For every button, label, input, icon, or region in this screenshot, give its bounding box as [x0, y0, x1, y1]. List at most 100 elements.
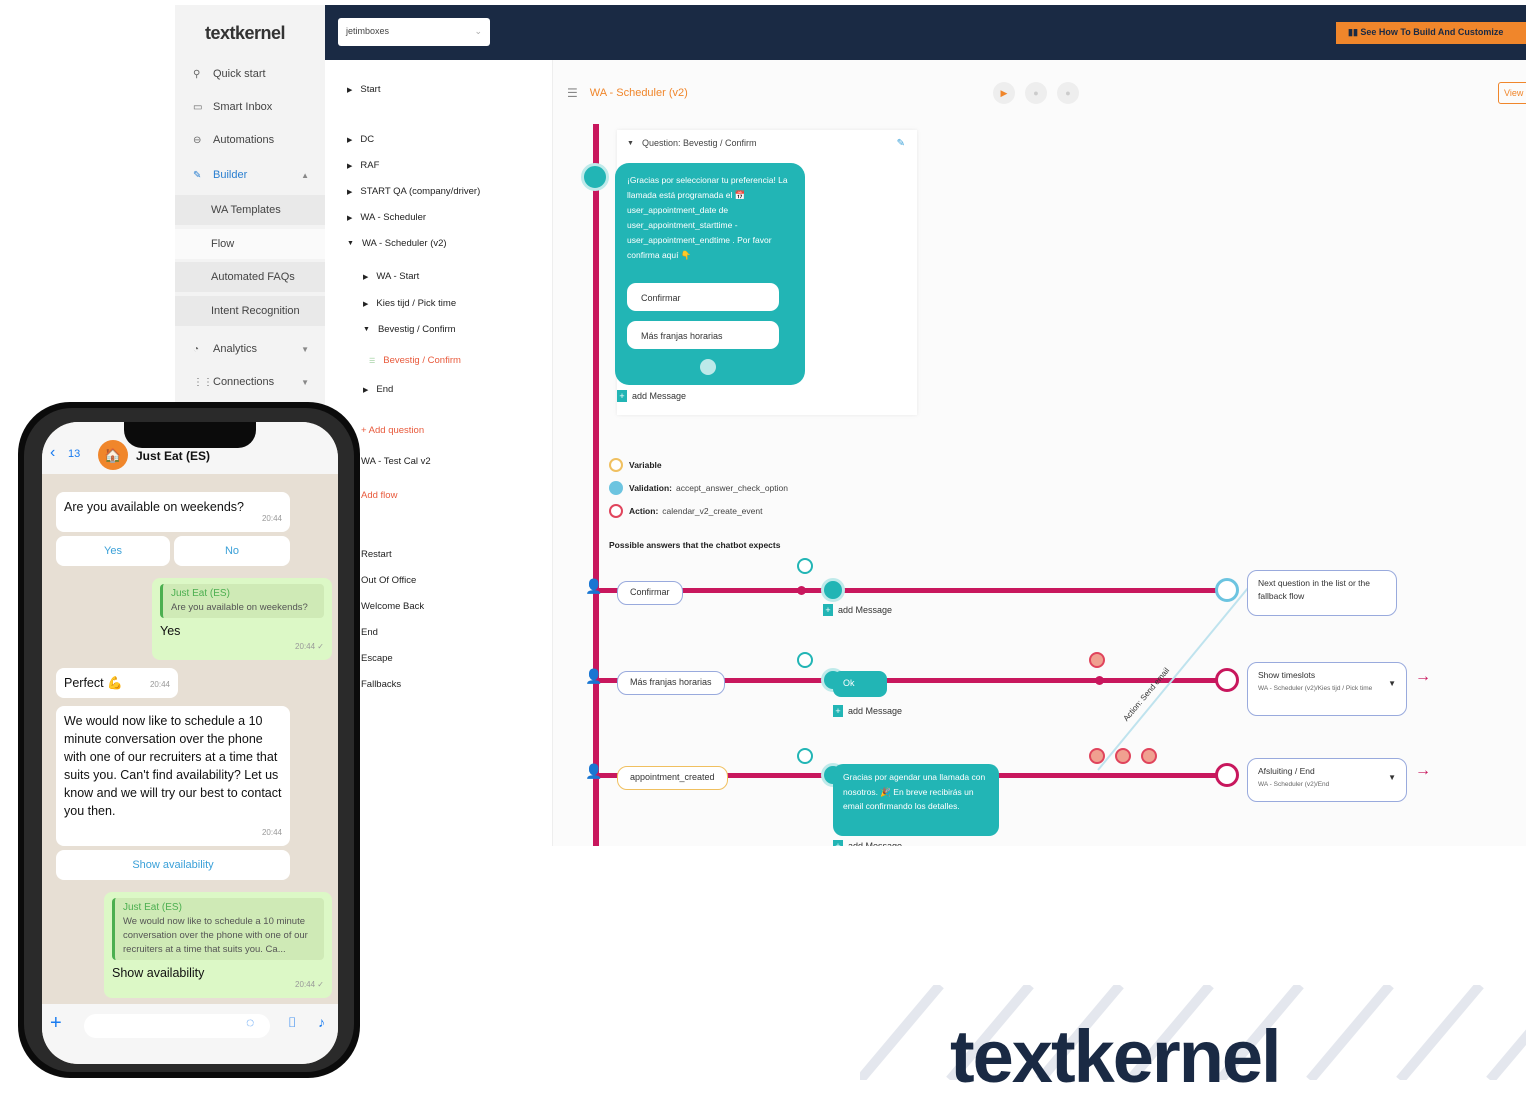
book-icon: ▮▮	[1348, 27, 1361, 37]
sidebar-item-connections[interactable]: ⋮⋮ Connections ▼	[175, 367, 325, 397]
tree-item-active[interactable]: ☰ Bevestig / Confirm	[369, 355, 461, 366]
quick-reply-yes[interactable]: Yes	[56, 536, 170, 566]
action-icon[interactable]	[1141, 748, 1157, 764]
condition-icon[interactable]	[797, 748, 813, 764]
add-message-button[interactable]: + add Message	[823, 604, 892, 616]
rocket-icon: ⚲	[193, 68, 201, 80]
sidebar-item-wa-templates[interactable]: WA Templates	[175, 195, 325, 225]
chat-message-out: Just Eat (ES) We would now like to schedu…	[104, 892, 332, 998]
answer-mas-franjas[interactable]: Más franjas horarias	[617, 671, 725, 695]
flow-title: ☰ WA - Scheduler (v2)	[567, 86, 688, 100]
tree-item[interactable]: ▼ Bevestig / Confirm	[363, 324, 456, 335]
add-message-button[interactable]: + add Message	[833, 705, 902, 717]
question-button-confirmar[interactable]: Confirmar	[627, 283, 779, 311]
question-bubble[interactable]: ¡Gracias por seleccionar tu preferencia!…	[615, 163, 805, 385]
tree-item[interactable]: ▼ WA - Scheduler (v2)	[347, 238, 447, 249]
tree-item[interactable]: ▶ Kies tijd / Pick time	[363, 298, 456, 309]
chat-message-in: Are you available on weekends? 20:44	[56, 492, 290, 532]
caret-right-icon: ▶	[347, 86, 353, 94]
tree-item[interactable]: Fallbacks	[361, 679, 401, 690]
tree-item[interactable]: Restart	[361, 549, 392, 560]
question-button-mas-franjas[interactable]: Más franjas horarias	[627, 321, 779, 349]
condition-icon[interactable]	[797, 652, 813, 668]
add-flow-link[interactable]: Add flow	[361, 490, 397, 501]
settings-button[interactable]: ●	[1057, 82, 1079, 104]
tree-item[interactable]: End	[361, 627, 378, 638]
variable-row[interactable]: Variable	[609, 458, 666, 472]
add-button-icon[interactable]	[700, 359, 716, 375]
quick-reply-no[interactable]: No	[174, 536, 290, 566]
message-input[interactable]	[84, 1014, 270, 1038]
caret-down-icon: ▼	[363, 326, 370, 333]
caret-down-icon: ▼	[1388, 773, 1396, 782]
inbox-icon: ▭	[193, 101, 203, 113]
message-node-icon	[821, 578, 845, 602]
tree-item[interactable]: Escape	[361, 653, 393, 664]
quick-reply-show-availability[interactable]: Show availability	[56, 850, 290, 880]
jump-icon	[1215, 668, 1239, 692]
action-icon[interactable]	[1089, 748, 1105, 764]
message-node-icon	[581, 163, 609, 191]
action-icon[interactable]	[1089, 652, 1105, 668]
caret-down-icon: ▼	[1388, 679, 1396, 688]
action-icon	[609, 504, 623, 518]
next-question-box[interactable]: Next question in the list or the fallbac…	[1247, 570, 1397, 616]
play-button[interactable]: ▶	[993, 82, 1015, 104]
avatar[interactable]: 🏠	[98, 440, 128, 470]
caret-right-icon: ▶	[347, 214, 353, 222]
caret-right-icon: ▶	[363, 300, 369, 308]
answer-appointment-created[interactable]: appointment_created	[617, 766, 728, 790]
action-icon[interactable]	[1115, 748, 1131, 764]
tree-item[interactable]: ▶ RAF	[347, 160, 379, 171]
sidebar-item-builder[interactable]: ✎ Builder ▲	[175, 160, 325, 190]
tree-item[interactable]: ▶ WA - Start	[363, 271, 419, 282]
sidebar-item-quick-start[interactable]: ⚲ Quick start	[175, 59, 325, 89]
add-message-button[interactable]: + add Message	[617, 390, 686, 402]
how-to-build-button[interactable]: ▮▮ See How To Build And Customize	[1336, 22, 1526, 44]
sidebar-item-automated-faqs[interactable]: Automated FAQs	[175, 262, 325, 292]
sidebar-item-analytics[interactable]: ◔ Analytics ▼	[175, 334, 325, 364]
condition-icon[interactable]	[797, 558, 813, 574]
sidebar-item-smart-inbox[interactable]: ▭ Smart Inbox	[175, 92, 325, 122]
user-icon: 👤	[585, 763, 603, 779]
view-button[interactable]: View	[1498, 82, 1526, 104]
tree-item[interactable]: ▶ START QA (company/driver)	[347, 186, 480, 197]
arrow-right-icon: →	[1415, 762, 1431, 779]
tree-item[interactable]: Out Of Office	[361, 575, 416, 586]
tree-item[interactable]: ▶ WA - Scheduler	[347, 212, 426, 223]
sticker-icon[interactable]: ◌	[246, 1014, 254, 1030]
answer-confirmar[interactable]: Confirmar	[617, 581, 683, 605]
phone-notch	[124, 422, 256, 448]
tree-item[interactable]: ▶ End	[363, 384, 393, 395]
add-message-button[interactable]: + add Message	[833, 840, 902, 846]
redirect-icon	[1215, 578, 1239, 602]
plus-icon[interactable]: +	[50, 1012, 62, 1035]
user-icon: 👤	[585, 578, 603, 594]
bot-select[interactable]: jetimboxes ⌄	[338, 18, 490, 46]
sidebar-item-intent-recognition[interactable]: Intent Recognition	[175, 296, 325, 326]
question-header[interactable]: ▼ Question: Bevestig / Confirm	[627, 138, 757, 148]
tree-item[interactable]: Welcome Back	[361, 601, 424, 612]
camera-icon[interactable]: ⌷	[288, 1014, 296, 1031]
sidebar-item-automations[interactable]: ⊖ Automations	[175, 125, 325, 155]
show-timeslots-box[interactable]: Show timeslots WA - Scheduler (v2)/Kies t…	[1247, 662, 1407, 716]
tree-item[interactable]: WA - Test Cal v2	[361, 456, 431, 467]
plus-icon: +	[833, 705, 843, 717]
menu-icon[interactable]: ☰	[567, 86, 578, 100]
validation-row[interactable]: Validation: accept_answer_check_option	[609, 481, 788, 495]
microphone-icon[interactable]: ♪	[318, 1014, 325, 1030]
tree-item[interactable]: ▶ Start	[347, 84, 380, 95]
flow-rail	[593, 124, 599, 846]
reply-bubble[interactable]: Gracias por agendar una llamada con noso…	[833, 764, 999, 836]
arrow-right-icon: →	[1415, 668, 1431, 685]
chart-icon: ◔	[193, 343, 200, 355]
edit-icon[interactable]: ✎	[897, 138, 905, 149]
zoom-button[interactable]: ●	[1025, 82, 1047, 104]
sidebar-item-flow[interactable]: Flow	[175, 229, 325, 259]
back-icon[interactable]: ‹	[50, 444, 55, 462]
tree-item[interactable]: ▶ DC	[347, 134, 374, 145]
add-question-link[interactable]: + Add question	[361, 425, 424, 436]
ok-message[interactable]: Ok	[833, 671, 887, 697]
action-row[interactable]: Action: calendar_v2_create_event	[609, 504, 762, 518]
end-box[interactable]: Afsluiting / End WA - Scheduler (v2)/End ▼	[1247, 758, 1407, 802]
